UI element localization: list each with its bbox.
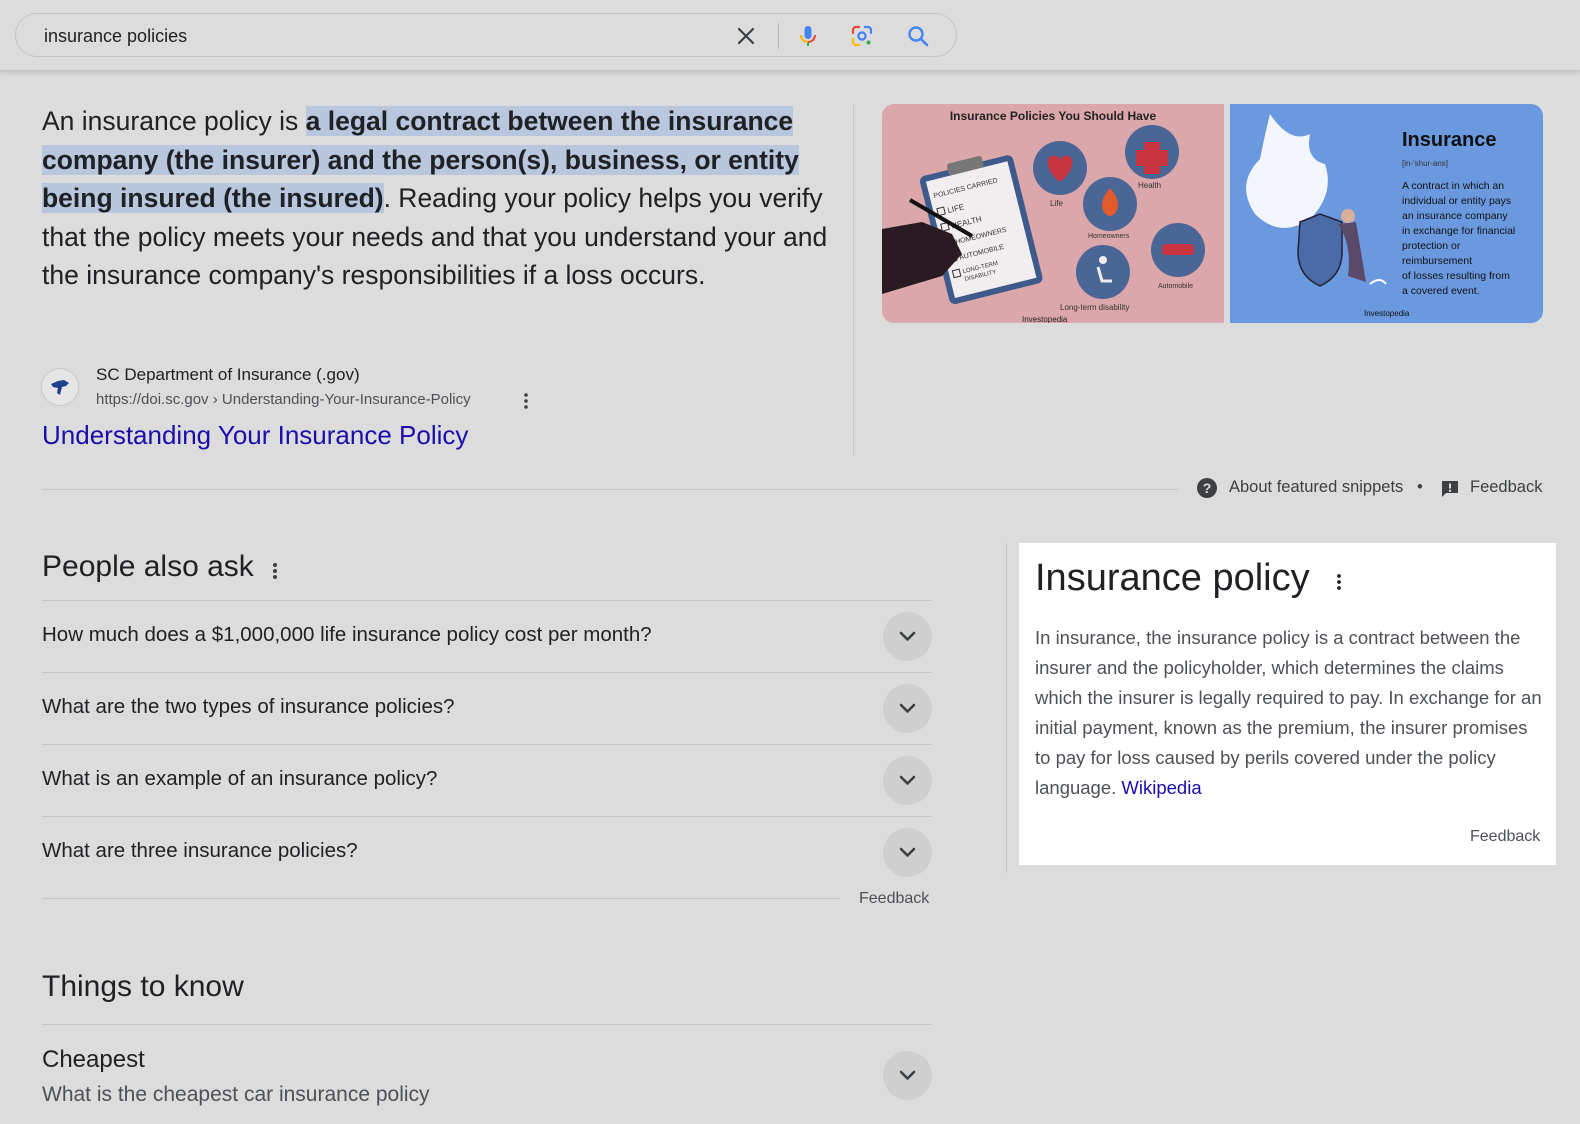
about-featured-snippets-link[interactable]: About featured snippets [1229,478,1403,497]
paa-question-item[interactable]: What are three insurance policies? [42,816,932,888]
img1-heading: Insurance Policies You Should Have [950,109,1157,123]
insurance-definition-illustration: Insurance [in-'shur-ans] A contract in w… [1246,114,1515,318]
help-icon[interactable]: ? [1197,478,1217,498]
chevron-down-icon [899,775,916,785]
knowledge-panel-description-text: In insurance, the insurance policy is a … [1035,627,1542,798]
wikipedia-link[interactable]: Wikipedia [1121,777,1201,798]
img1-label-disability: Long-term disability [1060,303,1129,312]
expand-button[interactable] [883,1051,932,1100]
snippet-footer-rule [42,489,1178,490]
snippet-image-policies[interactable]: Insurance Policies You Should Have POLIC… [882,104,1224,323]
feedback-icon[interactable] [1441,480,1459,498]
paa-more-options-icon[interactable] [268,560,282,582]
chevron-down-icon [899,631,916,641]
palmetto-icon [51,380,69,395]
knowledge-panel: Insurance policy In insurance, the insur… [1019,543,1556,865]
img2-line-5: reimbursement [1402,255,1472,267]
featured-snippet-text: An insurance policy is a legal contract … [42,102,832,295]
img2-line-0: A contract in which an [1402,180,1504,192]
search-input[interactable] [42,14,726,58]
snippet-divider [853,104,854,456]
microphone-icon[interactable] [796,24,820,48]
source-name[interactable]: SC Department of Insurance (.gov) [96,365,360,385]
expand-button[interactable] [883,612,932,661]
chevron-down-icon [899,703,916,713]
things-to-know-heading-text: Cheapest [42,1046,145,1073]
img2-credit: Investopedia [1364,309,1410,318]
paa-question-text: What is an example of an insurance polic… [42,767,438,790]
policies-illustration: Insurance Policies You Should Have POLIC… [882,109,1205,323]
snippet-feedback-link[interactable]: Feedback [1470,478,1542,497]
expand-button[interactable] [883,756,932,805]
img1-label-health: Health [1138,181,1161,190]
img1-label-automobile: Automobile [1158,283,1193,290]
paa-question-text: How much does a $1,000,000 life insuranc… [42,623,652,646]
things-to-know-heading: Things to know [42,970,244,1003]
snippet-lead: An insurance policy is [42,106,306,136]
more-options-icon[interactable] [519,391,533,411]
img2-heading: Insurance [1402,129,1496,151]
separator-dot: • [1417,478,1423,496]
img1-credit: Investopedia [1022,315,1068,323]
knowledge-panel-feedback-link[interactable]: Feedback [1470,828,1540,846]
knowledge-panel-more-icon[interactable] [1333,571,1345,593]
paa-footer-rule [42,898,840,899]
knowledge-panel-description: In insurance, the insurance policy is a … [1035,623,1547,803]
snippet-image-definition[interactable]: Insurance [in-'shur-ans] A contract in w… [1230,104,1543,323]
paa-question-text: What are three insurance policies? [42,839,358,862]
source-url[interactable]: https://doi.sc.gov › Understanding-Your-… [96,391,471,408]
img2-pron: [in-'shur-ans] [1402,159,1448,168]
things-to-know-subtext: What is the cheapest car insurance polic… [42,1083,430,1106]
img2-line-2: an insurance company [1402,210,1508,222]
lens-camera-icon[interactable] [850,24,874,48]
img1-label-homeowners: Homeowners [1088,233,1130,240]
header-bar [0,0,1580,71]
img1-label-life: Life [1050,199,1063,208]
img2-line-6: of losses resulting from [1402,270,1510,282]
search-divider [778,23,779,49]
result-title-link[interactable]: Understanding Your Insurance Policy [42,420,468,451]
paa-question-item[interactable]: How much does a $1,000,000 life insuranc… [42,600,932,672]
chevron-down-icon [899,847,916,857]
expand-button[interactable] [883,684,932,733]
paa-question-item[interactable]: What are the two types of insurance poli… [42,672,932,744]
search-icon[interactable] [906,24,930,48]
clear-icon[interactable] [734,24,758,48]
img2-line-3: in exchange for financial [1402,225,1515,237]
chevron-down-icon [899,1070,916,1080]
knowledge-panel-title: Insurance policy [1035,557,1310,599]
paa-feedback-link[interactable]: Feedback [859,890,929,908]
paa-question-text: What are the two types of insurance poli… [42,695,455,718]
search-box[interactable] [15,13,957,58]
source-favicon[interactable] [41,368,79,406]
knowledge-panel-divider [1006,543,1007,873]
img2-line-7: a covered event. [1402,285,1480,297]
things-to-know-item[interactable]: Cheapest What is the cheapest car insura… [42,1024,932,1124]
people-also-ask-heading: People also ask [42,550,254,583]
img2-line-1: individual or entity pays [1402,195,1511,207]
svg-text:?: ? [1203,480,1212,496]
img2-line-4: protection or [1402,240,1461,252]
paa-question-item[interactable]: What is an example of an insurance polic… [42,744,932,816]
expand-button[interactable] [883,828,932,877]
